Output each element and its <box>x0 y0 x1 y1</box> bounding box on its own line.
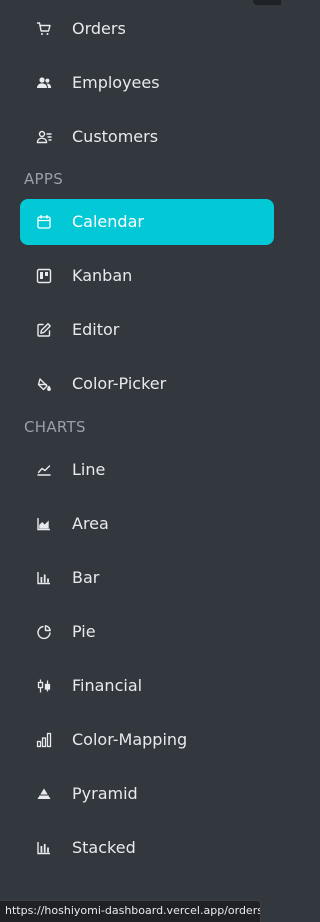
edit-icon <box>36 322 52 338</box>
sidebar-item-color-mapping[interactable]: Color-Mapping <box>20 717 274 763</box>
sidebar-item-label: Color-Picker <box>72 374 167 393</box>
section-title-charts: CHARTS <box>24 418 86 436</box>
sidebar-item-label: Editor <box>72 320 120 339</box>
sidebar-item-financial[interactable]: Financial <box>20 663 274 709</box>
sidebar-item-label: Orders <box>72 19 126 38</box>
sidebar-item-label: Pyramid <box>72 784 138 803</box>
sidebar-item-customers[interactable]: Customers <box>20 114 274 160</box>
sidebar-item-orders[interactable]: Orders <box>20 6 274 52</box>
sidebar-item-label: Line <box>72 460 106 479</box>
sidebar-item-color-picker[interactable]: Color-Picker <box>20 361 274 407</box>
sidebar-item-label: Area <box>72 514 109 533</box>
paint-bucket-icon <box>36 376 52 392</box>
line-chart-icon <box>36 462 52 478</box>
sidebar-item-bar[interactable]: Bar <box>20 555 274 601</box>
stacked-chart-icon <box>36 840 52 856</box>
pyramid-icon <box>36 786 52 802</box>
section-title-apps: APPS <box>24 170 64 188</box>
sidebar-item-label: Financial <box>72 676 143 695</box>
link-preview-status-bar: https://hoshiyomi-dashboard.vercel.app/o… <box>0 900 261 922</box>
sidebar-item-label: Stacked <box>72 838 136 857</box>
sidebar: Orders Employees Customers APPS Calendar… <box>0 0 281 922</box>
bar-chart-icon <box>36 570 52 586</box>
sidebar-item-editor[interactable]: Editor <box>20 307 274 353</box>
sidebar-item-area[interactable]: Area <box>20 501 274 547</box>
pie-chart-icon <box>36 624 52 640</box>
sidebar-item-label: Bar <box>72 568 100 587</box>
column-chart-icon <box>36 732 52 748</box>
sidebar-item-pyramid[interactable]: Pyramid <box>20 771 274 817</box>
area-chart-icon <box>36 516 52 532</box>
sidebar-item-label: Pie <box>72 622 96 641</box>
candlestick-icon <box>36 678 52 694</box>
sidebar-item-stacked[interactable]: Stacked <box>20 825 274 871</box>
sidebar-item-label: Calendar <box>72 212 144 231</box>
sidebar-item-pie[interactable]: Pie <box>20 609 274 655</box>
scrollbar-thumb[interactable] <box>253 0 281 5</box>
sidebar-item-label: Customers <box>72 127 159 146</box>
sidebar-item-employees[interactable]: Employees <box>20 60 274 106</box>
sidebar-item-label: Color-Mapping <box>72 730 188 749</box>
kanban-icon <box>36 268 52 284</box>
sidebar-item-label: Kanban <box>72 266 133 285</box>
cart-icon <box>36 21 52 37</box>
sidebar-item-line[interactable]: Line <box>20 447 274 493</box>
contact-list-icon <box>36 129 52 145</box>
sidebar-item-calendar[interactable]: Calendar <box>20 199 274 245</box>
sidebar-item-kanban[interactable]: Kanban <box>20 253 274 299</box>
sidebar-item-label: Employees <box>72 73 160 92</box>
users-icon <box>36 75 52 91</box>
calendar-icon <box>36 214 52 230</box>
